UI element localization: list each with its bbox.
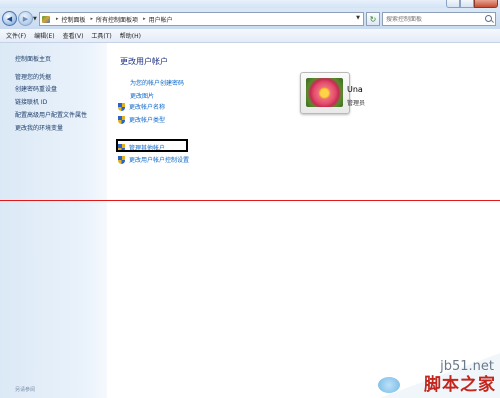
recent-pages-dropdown-icon[interactable]: ▼ (33, 16, 37, 22)
window-title-bar (0, 0, 500, 8)
menu-bar: 文件(F) 编辑(E) 查看(V) 工具(T) 帮助(H) (0, 29, 500, 43)
refresh-button[interactable]: ↻ (366, 12, 380, 26)
flower-avatar (306, 78, 343, 107)
user-role: 管理员 (347, 100, 366, 107)
breadcrumb-separator-icon[interactable]: ▸ (91, 16, 94, 22)
annotation-divider-line (0, 200, 500, 201)
minimize-button[interactable] (446, 0, 460, 8)
back-button[interactable]: ◀ (2, 11, 17, 26)
uac-shield-icon (118, 115, 125, 124)
advanced-profile-link[interactable]: 配置高级用户配置文件属性 (15, 110, 87, 119)
breadcrumb-separator-icon[interactable]: ▸ (143, 16, 146, 22)
menu-help[interactable]: 帮助(H) (120, 31, 141, 40)
main-content: 更改用户帐户 为您的帐户创建密码 更改图片 更改帐户名称 更改帐户类型 管理其他… (107, 43, 500, 398)
change-account-name-link[interactable]: 更改帐户名称 (118, 102, 165, 111)
change-picture-link[interactable]: 更改图片 (130, 91, 154, 100)
breadcrumb-user-accounts[interactable]: 用户帐户 (149, 15, 173, 24)
watermark-brand: 脚本之家 (424, 375, 496, 395)
menu-file[interactable]: 文件(F) (6, 31, 26, 40)
search-box[interactable] (382, 12, 496, 26)
manage-credentials-link[interactable]: 管理您的凭据 (15, 72, 51, 81)
address-dropdown-icon[interactable]: ▼ (356, 15, 360, 21)
link-online-id-link[interactable]: 链接联机 ID (15, 97, 47, 106)
breadcrumb-all-items[interactable]: 所有控制面板项 (96, 15, 138, 24)
close-button[interactable] (474, 0, 498, 8)
watermark: jb51.net 脚本之家 (365, 346, 500, 398)
change-uac-settings-link[interactable]: 更改用户帐户控制设置 (118, 155, 189, 164)
menu-tools[interactable]: 工具(T) (91, 31, 111, 40)
forward-button[interactable]: ▶ (18, 11, 33, 26)
menu-edit[interactable]: 编辑(E) (34, 31, 54, 40)
arrow-left-icon: ◀ (6, 14, 13, 23)
address-bar[interactable]: ▸ 控制面板 ▸ 所有控制面板项 ▸ 用户帐户 ▼ (39, 12, 364, 26)
control-panel-icon (42, 15, 50, 23)
change-uac-settings-label: 更改用户帐户控制设置 (129, 157, 190, 164)
left-task-pane: 控制面板主页 管理您的凭据 创建密码重设盘 链接联机 ID 配置高级用户配置文件… (0, 43, 107, 398)
menu-view[interactable]: 查看(V) (63, 31, 84, 40)
create-reset-disk-link[interactable]: 创建密码重设盘 (15, 84, 57, 93)
uac-shield-icon (118, 102, 125, 111)
change-account-type-link[interactable]: 更改帐户类型 (118, 115, 165, 124)
breadcrumb-control-panel[interactable]: 控制面板 (62, 15, 86, 24)
see-also-label: 另请参阅 (15, 387, 36, 393)
user-picture-tile[interactable] (300, 72, 350, 114)
refresh-icon: ↻ (369, 14, 377, 24)
change-account-type-label: 更改帐户类型 (129, 117, 166, 124)
control-panel-home-link[interactable]: 控制面板主页 (15, 54, 51, 63)
page-title: 更改用户帐户 (120, 57, 168, 66)
maximize-button[interactable] (460, 0, 474, 8)
user-name: Una (347, 85, 363, 94)
search-input[interactable] (383, 15, 481, 23)
change-account-name-label: 更改帐户名称 (129, 104, 166, 111)
uac-shield-icon (118, 155, 125, 164)
highlight-box (116, 139, 188, 152)
breadcrumb-separator-icon[interactable]: ▸ (56, 16, 59, 22)
arrow-right-icon: ▶ (22, 14, 29, 23)
create-password-link[interactable]: 为您的帐户创建密码 (130, 78, 184, 87)
watermark-logo-icon (378, 377, 400, 393)
search-icon[interactable] (485, 15, 492, 22)
environment-variables-link[interactable]: 更改我的环境变量 (15, 123, 63, 132)
window-controls (446, 0, 498, 8)
navigation-bar: ◀ ▶ ▼ ▸ 控制面板 ▸ 所有控制面板项 ▸ 用户帐户 ▼ ↻ (0, 8, 500, 29)
